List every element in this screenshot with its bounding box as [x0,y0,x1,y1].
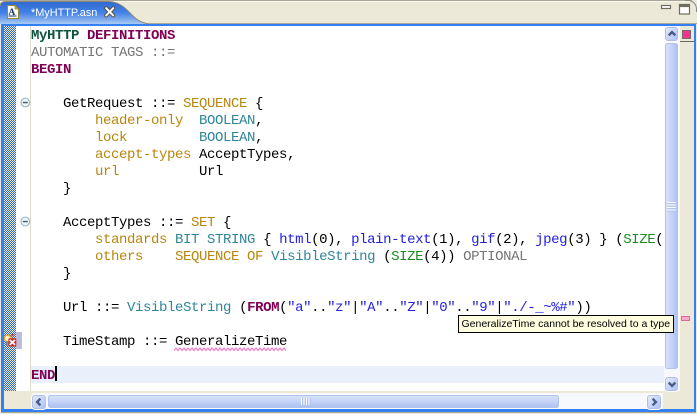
svg-text:*MyHTTP.asn: *MyHTTP.asn [31,7,97,19]
